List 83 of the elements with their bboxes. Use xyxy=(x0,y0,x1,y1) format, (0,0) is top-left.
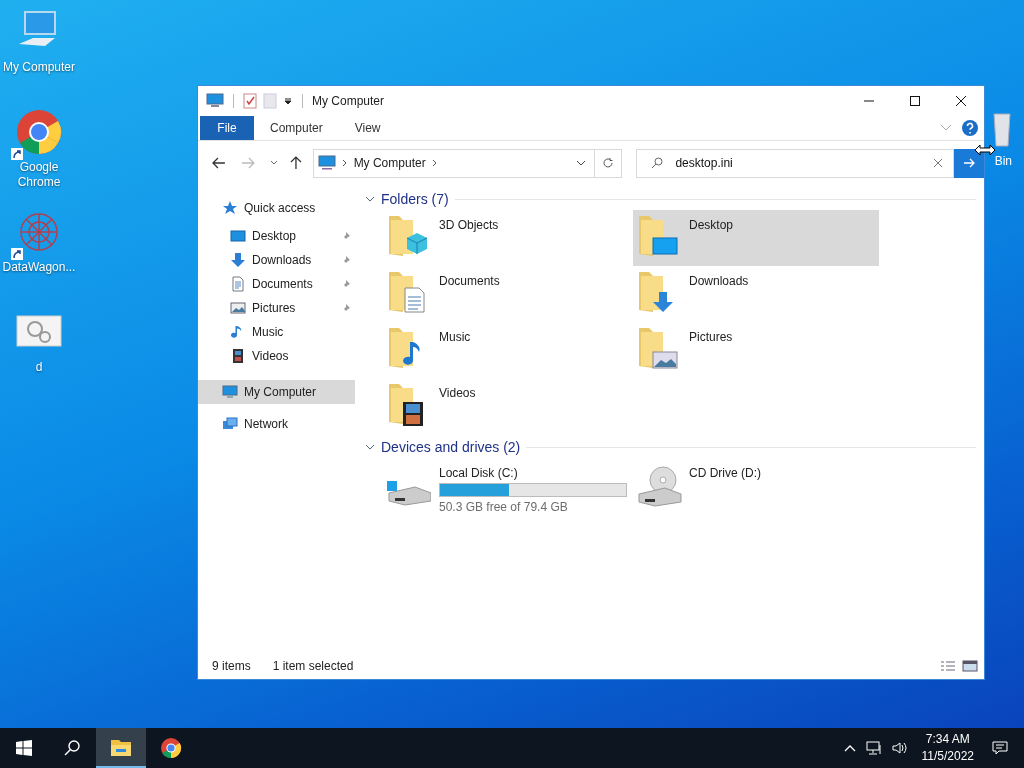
search-go-button[interactable] xyxy=(954,148,984,178)
folder-tile[interactable]: Documents xyxy=(383,266,629,322)
folder-tile[interactable]: Pictures xyxy=(633,322,879,378)
dropdown-caret-icon[interactable] xyxy=(575,160,586,166)
clock[interactable]: 7:34 AM 11/5/2022 xyxy=(917,731,986,765)
item-label: 3D Objects xyxy=(439,218,499,232)
folder-tile[interactable]: Downloads xyxy=(633,266,879,322)
windows-logo-icon xyxy=(16,740,32,756)
item-count: 9 items xyxy=(212,659,251,673)
notification-icon[interactable] xyxy=(992,740,1008,756)
network-icon[interactable] xyxy=(865,741,882,755)
search-icon xyxy=(64,740,80,756)
chrome-icon xyxy=(160,737,182,759)
chevron-down-icon[interactable] xyxy=(365,194,375,204)
dropdown-caret-icon[interactable] xyxy=(283,96,293,106)
nav-item[interactable]: Quick access xyxy=(198,196,355,220)
down-arrow-icon xyxy=(230,252,246,268)
search-field[interactable]: desktop.ini xyxy=(636,148,955,178)
item-label: Pictures xyxy=(689,330,733,344)
chevron-right-icon xyxy=(341,159,348,167)
item-label: CD Drive (D:) xyxy=(689,466,761,480)
ribbon-tab[interactable]: Computer xyxy=(254,116,339,140)
nav-item[interactable]: Music xyxy=(198,320,355,344)
properties-icon[interactable] xyxy=(243,93,257,109)
film-icon xyxy=(230,348,246,364)
monitor-icon[interactable] xyxy=(206,93,224,109)
section-header[interactable]: Folders (7) xyxy=(381,191,449,207)
speaker-icon[interactable] xyxy=(891,741,908,755)
drive-tile[interactable]: CD Drive (D:) xyxy=(633,458,879,514)
monitor-icon xyxy=(317,155,336,171)
clear-icon[interactable] xyxy=(933,158,944,168)
document-icon xyxy=(230,276,246,292)
recent-caret-icon[interactable] xyxy=(269,160,278,166)
nav-item[interactable]: Network xyxy=(198,412,355,436)
recycle-bin-icon xyxy=(992,112,1012,148)
drive-tile[interactable]: Local Disk (C:) 50.3 GB free of 79.4 GB xyxy=(383,458,629,514)
breadcrumb[interactable]: My Computer xyxy=(353,156,426,170)
item-label: Downloads xyxy=(689,274,749,288)
nav-item[interactable]: Desktop xyxy=(198,224,355,248)
folder-tile[interactable]: Desktop xyxy=(633,210,879,266)
item-label: Desktop xyxy=(689,218,734,232)
item-label: Documents xyxy=(439,274,500,288)
back-arrow-icon[interactable] xyxy=(212,157,226,169)
desktop-screen-icon xyxy=(230,228,246,244)
shortcut-arrow-icon xyxy=(11,148,23,160)
search-icon xyxy=(651,157,664,169)
desktop-icon-label[interactable]: Bin xyxy=(986,154,1012,168)
disk-free-text: 50.3 GB free of 79.4 GB xyxy=(439,500,569,514)
chevron-down-icon[interactable] xyxy=(365,442,375,452)
nav-item[interactable]: Pictures xyxy=(198,296,355,320)
refresh-icon xyxy=(602,157,614,169)
large-icons-view-icon[interactable] xyxy=(962,660,978,672)
section-header[interactable]: Devices and drives (2) xyxy=(381,439,521,455)
up-arrow-icon[interactable] xyxy=(289,156,302,170)
item-label: Videos xyxy=(439,386,476,400)
window-title: My Computer xyxy=(312,94,385,108)
nav-item[interactable]: Downloads xyxy=(198,248,355,272)
help-icon[interactable] xyxy=(962,120,978,136)
folder-tile[interactable]: Videos xyxy=(383,378,629,434)
network-icon xyxy=(222,416,238,432)
shortcut-arrow-icon xyxy=(11,248,23,260)
hard-drive-icon xyxy=(387,480,431,506)
maximize-icon xyxy=(909,95,921,107)
nav-item[interactable]: Videos xyxy=(198,344,355,368)
nav-item[interactable]: My Computer xyxy=(198,380,355,404)
ribbon-tab[interactable]: View xyxy=(338,116,397,140)
item-label: Music xyxy=(439,330,471,344)
folder-tile[interactable]: Music xyxy=(383,322,629,378)
chrome-icon[interactable] xyxy=(15,108,63,156)
ribbon-tab[interactable]: File xyxy=(200,116,254,140)
chevron-up-icon[interactable] xyxy=(843,744,856,752)
star-icon xyxy=(222,200,238,216)
nav-item[interactable]: Documents xyxy=(198,272,355,296)
selection-count: 1 item selected xyxy=(272,659,354,673)
monitor-icon xyxy=(222,384,238,400)
address-bar[interactable]: My Computer xyxy=(312,148,595,178)
right-arrow-icon xyxy=(963,158,976,168)
folder-tile[interactable]: 3D Objects xyxy=(383,210,629,266)
taskbar-app-button[interactable] xyxy=(96,728,146,768)
picture-icon xyxy=(230,300,246,316)
item-label: Local Disk (C:) xyxy=(439,466,519,480)
chevron-right-icon xyxy=(431,159,438,167)
close-icon xyxy=(955,95,967,107)
